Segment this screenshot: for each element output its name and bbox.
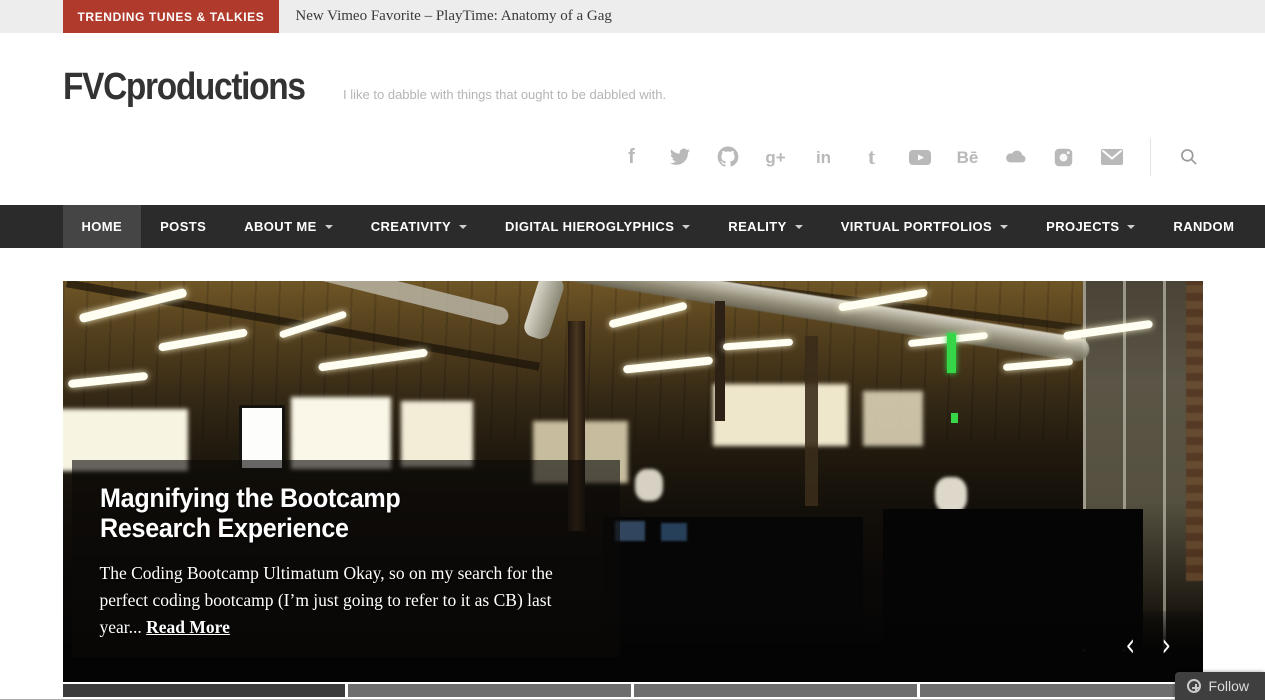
featured-post-excerpt: The Coding Bootcamp Ultimatum Okay, so o… — [100, 560, 578, 640]
github-icon[interactable] — [714, 143, 742, 171]
slider-prev-button[interactable]: ‹ — [1126, 629, 1136, 660]
nav-item-virtual-portfolios[interactable]: VIRTUAL PORTFOLIOS — [822, 205, 1027, 248]
nav-item-reality[interactable]: REALITY — [709, 205, 821, 248]
nav-item-random[interactable]: RANDOM — [1154, 205, 1253, 248]
nav-item-home[interactable]: HOME — [63, 205, 142, 248]
slider-indicator-tabs — [63, 684, 1203, 697]
instagram-icon[interactable] — [1050, 143, 1078, 171]
chevron-down-icon — [795, 225, 803, 233]
soundcloud-icon[interactable] — [1002, 143, 1030, 171]
slide-tab-1[interactable] — [63, 684, 346, 697]
youtube-icon[interactable] — [906, 143, 934, 171]
featured-post-card: Magnifying the Bootcamp Research Experie… — [72, 460, 620, 657]
site-header: FVCproductions I like to dabble with thin… — [0, 33, 1265, 205]
search-divider — [1150, 138, 1203, 176]
exit-sign — [947, 333, 956, 373]
slider-next-button[interactable]: › — [1162, 629, 1172, 660]
linkedin-icon[interactable]: in — [810, 143, 838, 171]
chevron-down-icon — [325, 225, 333, 233]
google-plus-icon[interactable]: g+ — [762, 143, 790, 171]
email-icon[interactable] — [1098, 143, 1126, 171]
follow-button[interactable]: Follow — [1175, 672, 1265, 700]
behance-icon[interactable]: Bē — [954, 143, 982, 171]
facebook-icon[interactable]: f — [618, 143, 646, 171]
site-title-link[interactable]: FVCproductions — [63, 66, 305, 109]
chevron-down-icon — [459, 225, 467, 233]
featured-post-title[interactable]: Magnifying the Bootcamp Research Experie… — [100, 484, 449, 543]
featured-slider: Magnifying the Bootcamp Research Experie… — [63, 281, 1203, 697]
nav-item-creativity[interactable]: CREATIVITY — [352, 205, 486, 248]
chevron-down-icon — [682, 225, 690, 233]
nav-item-about-me[interactable]: ABOUT ME — [225, 205, 352, 248]
ticker-badge: TRENDING TUNES & TALKIES — [63, 0, 280, 33]
search-icon[interactable] — [1175, 143, 1203, 171]
chevron-down-icon — [1000, 225, 1008, 233]
slide-tab-2[interactable] — [348, 684, 631, 697]
featured-post-image[interactable]: Magnifying the Bootcamp Research Experie… — [63, 281, 1203, 682]
main-nav: HOME POSTS ABOUT ME CREATIVITY DIGITAL H… — [0, 205, 1265, 248]
slide-tab-4[interactable] — [920, 684, 1203, 697]
read-more-link[interactable]: Read More — [146, 617, 230, 637]
ticker-bar: TRENDING TUNES & TALKIES New Vimeo Favor… — [0, 0, 1265, 33]
nav-item-projects[interactable]: PROJECTS — [1027, 205, 1154, 248]
twitter-icon[interactable] — [666, 143, 694, 171]
nav-item-digital-hieroglyphics[interactable]: DIGITAL HIEROGLYPHICS — [486, 205, 709, 248]
ticker-headline-link[interactable]: New Vimeo Favorite – PlayTime: Anatomy o… — [295, 0, 612, 33]
social-row: f g+ in t Bē — [598, 138, 1203, 176]
tumblr-icon[interactable]: t — [858, 143, 886, 171]
nav-item-posts[interactable]: POSTS — [141, 205, 225, 248]
site-tagline: I like to dabble with things that ought … — [343, 87, 666, 102]
brand: FVCproductions I like to dabble with thin… — [63, 33, 1203, 109]
chevron-down-icon — [1127, 225, 1135, 233]
follow-label: Follow — [1209, 678, 1249, 694]
slide-tab-3[interactable] — [634, 684, 917, 697]
plus-circle-icon — [1187, 679, 1201, 693]
